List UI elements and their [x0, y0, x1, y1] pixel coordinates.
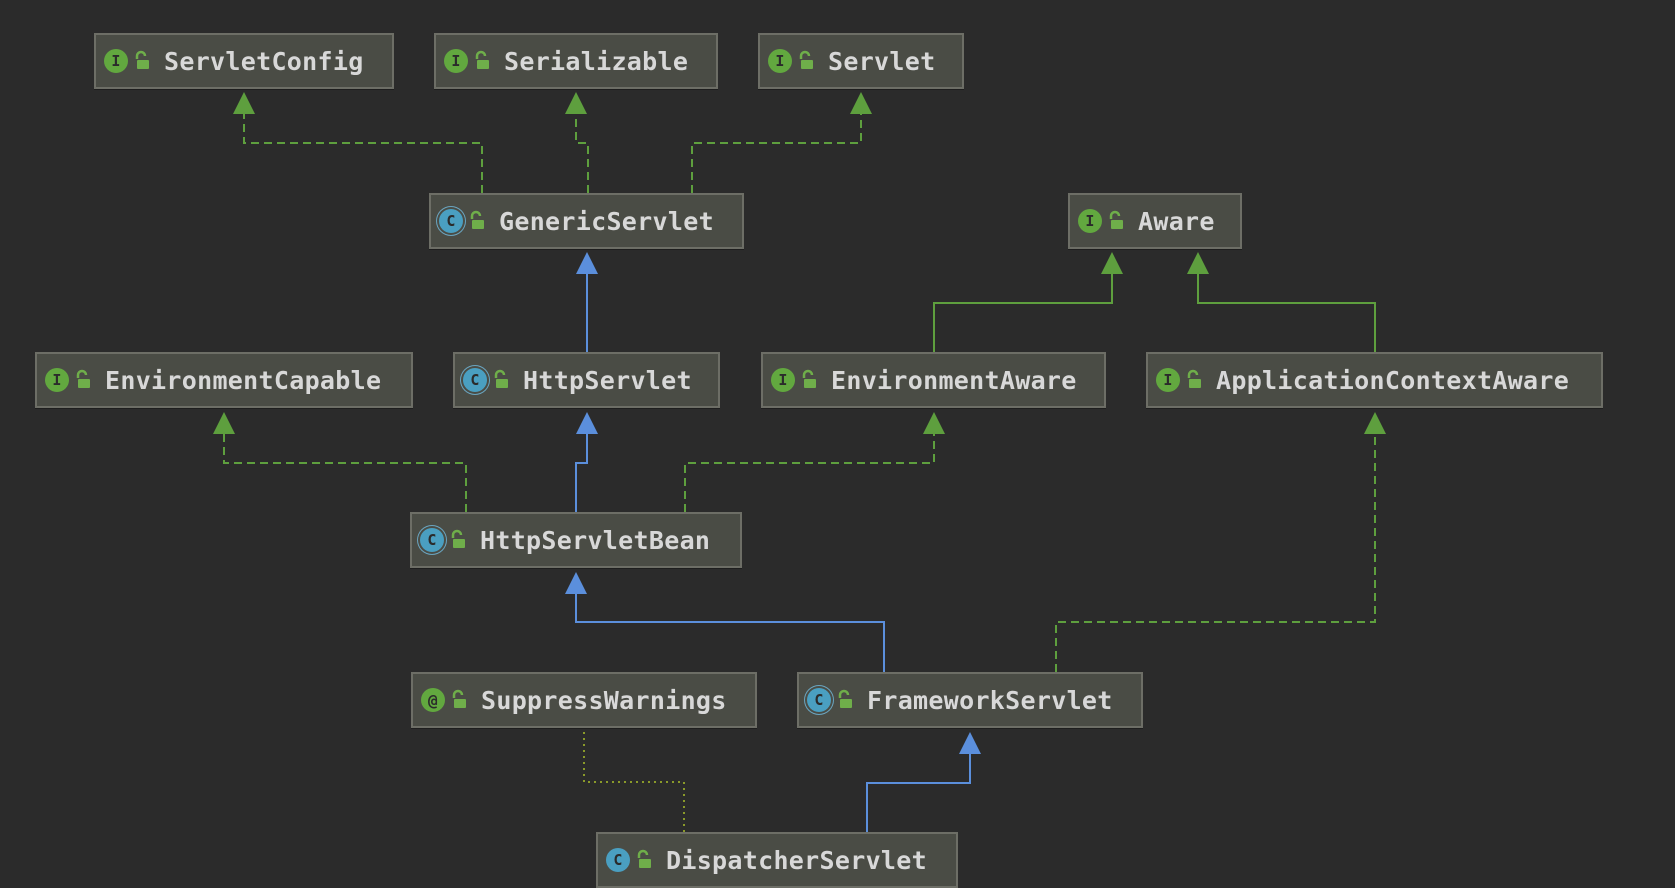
arrowhead-environment-aware — [923, 412, 945, 434]
node-label: Serializable — [504, 46, 689, 76]
edge-http-servlet-bean-to-environment-capable — [223, 432, 467, 512]
inheritance-edges — [213, 92, 1386, 832]
node-dispatcher-servlet[interactable]: C DispatcherServlet — [596, 832, 958, 888]
node-label: Servlet — [828, 46, 936, 76]
public-lock-icon — [801, 369, 819, 391]
node-application-context-aware[interactable]: I ApplicationContextAware — [1146, 352, 1603, 408]
public-lock-icon — [75, 369, 93, 391]
node-label: EnvironmentAware — [831, 365, 1077, 395]
node-servlet-config[interactable]: I ServletConfig — [94, 33, 394, 89]
public-lock-icon — [134, 50, 152, 72]
uml-class-diagram: I ServletConfig I Serializable I Servlet… — [0, 0, 1675, 888]
arrowhead-servlet-config — [233, 92, 255, 114]
public-lock-icon — [798, 50, 816, 72]
public-lock-icon — [474, 50, 492, 72]
arrowhead-framework-servlet — [959, 732, 981, 754]
public-lock-icon — [450, 529, 468, 551]
abstract-class-icon: C — [463, 368, 487, 392]
arrowhead-servlet — [850, 92, 872, 114]
node-suppress-warnings[interactable]: @ SuppressWarnings — [411, 672, 757, 728]
node-label: DispatcherServlet — [666, 845, 927, 875]
interface-icon: I — [768, 49, 792, 73]
edge-dispatcher-servlet-to-suppress-warnings — [583, 728, 685, 832]
public-lock-icon — [469, 210, 487, 232]
interface-icon: I — [104, 49, 128, 73]
class-icon: C — [606, 848, 630, 872]
node-servlet[interactable]: I Servlet — [758, 33, 964, 89]
public-lock-icon — [1186, 369, 1204, 391]
public-lock-icon — [636, 849, 654, 871]
node-label: HttpServletBean — [480, 525, 711, 555]
node-label: EnvironmentCapable — [105, 365, 382, 395]
node-framework-servlet[interactable]: C FrameworkServlet — [797, 672, 1143, 728]
public-lock-icon — [837, 689, 855, 711]
abstract-class-icon: C — [439, 209, 463, 233]
edge-framework-servlet-to-http-servlet-bean — [575, 592, 885, 672]
arrowhead-environment-capable — [213, 412, 235, 434]
node-environment-aware[interactable]: I EnvironmentAware — [761, 352, 1106, 408]
interface-icon: I — [45, 368, 69, 392]
public-lock-icon — [1108, 210, 1126, 232]
arrowhead-http-servlet — [576, 412, 598, 434]
interface-icon: I — [1156, 368, 1180, 392]
interface-icon: I — [771, 368, 795, 392]
arrowhead-serializable — [565, 92, 587, 114]
annotation-icon: @ — [421, 688, 445, 712]
node-aware[interactable]: I Aware — [1068, 193, 1242, 249]
edge-generic-servlet-to-servlet — [691, 112, 862, 193]
public-lock-icon — [493, 369, 511, 391]
abstract-class-icon: C — [420, 528, 444, 552]
interface-icon: I — [1078, 209, 1102, 233]
node-environment-capable[interactable]: I EnvironmentCapable — [35, 352, 413, 408]
edge-framework-servlet-to-application-context-aware — [1055, 432, 1376, 672]
arrowhead-http-servlet-bean — [565, 572, 587, 594]
interface-icon: I — [444, 49, 468, 73]
node-http-servlet[interactable]: C HttpServlet — [453, 352, 720, 408]
edge-environment-aware-to-aware — [933, 272, 1113, 352]
edge-dispatcher-servlet-to-framework-servlet — [866, 752, 971, 832]
edge-generic-servlet-to-servlet-config — [243, 112, 483, 193]
edge-http-servlet-bean-to-environment-aware — [684, 432, 935, 512]
node-label: ApplicationContextAware — [1216, 365, 1570, 395]
arrowhead-aware-right — [1187, 252, 1209, 274]
node-label: GenericServlet — [499, 206, 714, 236]
node-label: ServletConfig — [164, 46, 364, 76]
public-lock-icon — [451, 689, 469, 711]
node-label: FrameworkServlet — [867, 685, 1113, 715]
edge-http-servlet-bean-to-http-servlet — [575, 432, 588, 512]
node-label: Aware — [1138, 206, 1215, 236]
node-label: SuppressWarnings — [481, 685, 727, 715]
node-serializable[interactable]: I Serializable — [434, 33, 718, 89]
node-generic-servlet[interactable]: C GenericServlet — [429, 193, 744, 249]
arrowhead-generic-servlet — [576, 252, 598, 274]
node-label: HttpServlet — [523, 365, 692, 395]
edge-application-context-aware-to-aware — [1197, 272, 1376, 352]
node-http-servlet-bean[interactable]: C HttpServletBean — [410, 512, 742, 568]
arrowhead-aware-left — [1101, 252, 1123, 274]
arrowhead-application-context-aware — [1364, 412, 1386, 434]
abstract-class-icon: C — [807, 688, 831, 712]
edge-generic-servlet-to-serializable — [575, 112, 589, 193]
